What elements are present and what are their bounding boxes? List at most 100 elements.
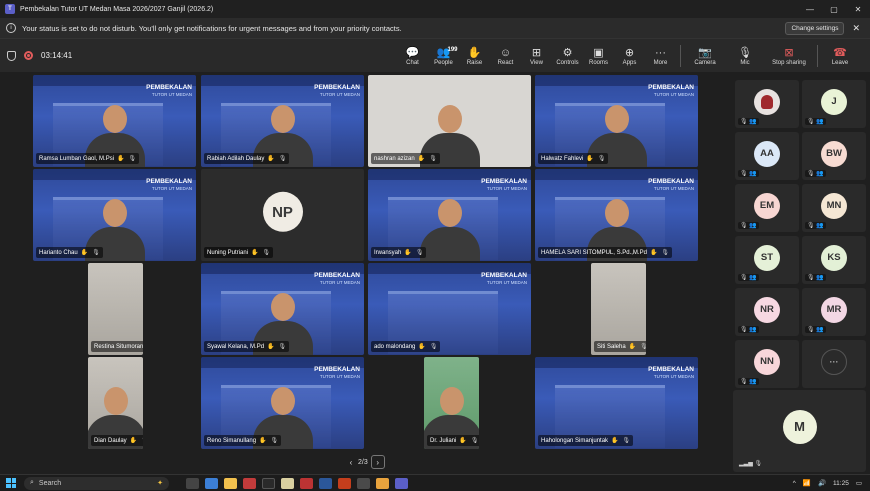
participant-video-tile[interactable]: PEMBEKALAN TUTOR UT MEDAN ado malondang ✋ 🎙 [368, 263, 531, 355]
word-icon[interactable] [319, 477, 332, 489]
participant-name-tag: Syawal Kelana, M.Pd ✋ 🎙 [204, 341, 290, 352]
participant-video-tile[interactable]: Dr. Juliani ✋ 🎙 [424, 357, 479, 449]
chat-icon: 💬 [405, 46, 420, 59]
wifi-icon[interactable]: 📶 [803, 479, 811, 487]
participant-video-tile[interactable]: PEMBEKALAN TUTOR UT MEDAN Ramsa Lumban Gao… [33, 75, 196, 167]
toolbar-button-label: View [530, 59, 543, 66]
change-settings-button[interactable]: Change settings [785, 21, 845, 35]
banner-subtitle: TUTOR UT MEDAN [319, 92, 360, 97]
participant-tile-small[interactable]: ST 🎙 👥 [735, 236, 799, 284]
info-icon: i [6, 23, 16, 33]
minimize-button[interactable]: — [798, 5, 822, 14]
previous-page-button[interactable]: ‹ [344, 455, 358, 469]
tray-overflow-icon[interactable]: ^ [793, 480, 796, 487]
participant-tile-small[interactable]: AA 🎙 👥 [735, 132, 799, 180]
participant-video-tile[interactable]: nashran azizan ✋ 🎙 [368, 75, 531, 167]
participant-name: Dian Daulay [94, 437, 127, 444]
participant-video-tile[interactable]: PEMBEKALAN TUTOR UT MEDAN Halwatz Fahlevi ✋… [535, 75, 698, 167]
taskbar-search[interactable]: ⌕ Search ✦ [24, 476, 169, 490]
banner-title: PEMBEKALAN [314, 84, 360, 91]
apps-icon: ⊕ [624, 46, 635, 59]
participant-tile-small[interactable]: 🎙 👥 [735, 80, 799, 128]
dismiss-notification-icon[interactable]: ✕ [852, 23, 860, 34]
window-title: Pembekalan Tutor UT Medan Masa 2026/2027… [20, 5, 214, 13]
more-icon: ··· [821, 348, 847, 375]
more-participants-tile[interactable]: ··· [802, 340, 866, 388]
participant-tile-small[interactable]: MN 🎙 👥 [802, 184, 866, 232]
toolbar-react-button[interactable]: ☺ React [490, 41, 521, 71]
participant-video-tile[interactable]: PEMBEKALAN TUTOR UT MEDAN HAMELA SARI SITO… [535, 169, 698, 261]
search-icon: ⌕ [30, 479, 34, 486]
event-banner: PEMBEKALAN TUTOR UT MEDAN [146, 84, 192, 98]
participant-avatar [754, 88, 780, 115]
participant-tile-small[interactable]: EM 🎙 👥 [735, 184, 799, 232]
participant-video-tile[interactable]: PEMBEKALAN TUTOR UT MEDAN Haholongan Siman… [535, 357, 698, 449]
participant-tile-small[interactable]: KS 🎙 👥 [802, 236, 866, 284]
toolbar-controls-button[interactable]: ⚙ Controls [552, 41, 583, 71]
opera-icon[interactable] [243, 477, 256, 489]
stop-sharing-button[interactable]: ⊠ Stop sharing [765, 41, 813, 71]
mic-muted-icon: 🎙 👥 [738, 170, 759, 177]
maximize-button[interactable]: ▢ [822, 5, 846, 14]
camera-button[interactable]: 📷 Camera [685, 41, 725, 71]
task-view-icon[interactable] [186, 477, 199, 489]
mic-muted-icon: 🎙 [270, 438, 279, 444]
participant-tile-small[interactable]: NN 🎙 👥 [735, 340, 799, 388]
toolbar-view-button[interactable]: ⊞ View [521, 41, 552, 71]
stop-sharing-label: Stop sharing [772, 59, 806, 66]
participant-video-tile[interactable]: NP Nuning Putriani ✋ 🎙 [201, 169, 364, 261]
file-explorer-icon[interactable] [224, 477, 237, 489]
app-icon[interactable] [262, 477, 275, 489]
leave-button[interactable]: ☎ Leave [822, 46, 858, 66]
participant-video-tile[interactable]: PEMBEKALAN TUTOR UT MEDAN Harianto Chau ✋ 🎙 [33, 169, 196, 261]
participant-name-tag: HAMELA SARI SITOMPUL, S.Pd.,M.Pd ✋ 🎙 [538, 247, 673, 258]
powerpoint-icon[interactable] [338, 477, 351, 489]
toolbar-people-button[interactable]: 👥 199 People [428, 41, 459, 71]
participant-tile-small[interactable]: J 🎙 👥 [802, 80, 866, 128]
rooms-icon: ▣ [593, 46, 604, 59]
pin-icon: ✋ [251, 250, 259, 256]
react-icon: ☺ [499, 46, 512, 59]
participant-avatar: BW [821, 140, 847, 167]
chrome-icon[interactable] [376, 477, 389, 489]
next-page-button[interactable]: › [370, 455, 385, 469]
notification-center-icon[interactable]: ▭ [856, 479, 862, 487]
toolbar-button-label: Apps [622, 59, 637, 66]
participant-video-tile[interactable]: PEMBEKALAN TUTOR UT MEDAN Rabiah Adilah Da… [201, 75, 364, 167]
participant-video-tile[interactable]: PEMBEKALAN TUTOR UT MEDAN Syawal Kelana, M… [201, 263, 364, 355]
participant-video-tile[interactable]: Dian Daulay✋🎙 [88, 357, 143, 449]
toolbar-more-button[interactable]: ··· More [645, 41, 676, 71]
notes-icon[interactable] [281, 477, 294, 489]
pdf-icon[interactable] [300, 477, 313, 489]
edge-icon[interactable] [205, 477, 218, 489]
close-window-button[interactable]: ✕ [846, 5, 870, 14]
participant-name: Haholongan Simanjuntak [541, 437, 609, 444]
settings-icon[interactable] [357, 477, 370, 489]
volume-icon[interactable]: 🔊 [818, 479, 826, 487]
participant-tile-small[interactable]: BW 🎙 👥 [802, 132, 866, 180]
participant-video-tile[interactable]: PEMBEKALAN TUTOR UT MEDAN Reno Simanullang… [201, 357, 364, 449]
toolbar-rooms-button[interactable]: ▣ Rooms [583, 41, 614, 71]
system-tray: ^ 📶 🔊 11:25 ▭ [786, 479, 862, 488]
participant-tile-small[interactable]: MR 🎙 👥 [802, 288, 866, 336]
participant-tile-large[interactable]: M ▂▃▅ 🎙 [733, 390, 866, 472]
camera-off-icon: 📷 [698, 46, 712, 59]
participant-video-tile[interactable]: Siti Saleha ✋ 🎙 [591, 263, 646, 355]
banner-subtitle: TUTOR UT MEDAN [319, 280, 360, 285]
pin-icon: ✋ [417, 156, 426, 162]
toolbar-chat-button[interactable]: 💬 Chat [397, 41, 428, 71]
windows-start-icon[interactable] [6, 478, 16, 488]
participant-name: Reno Simanullang [207, 437, 257, 444]
participant-video-tile[interactable]: PEMBEKALAN TUTOR UT MEDAN Irwansyah ✋ 🎙 [368, 169, 531, 261]
participant-video-tile[interactable]: Restina Situmorang✋🎙 [88, 263, 143, 355]
banner-title: PEMBEKALAN [146, 84, 192, 91]
clock[interactable]: 11:25 [833, 480, 849, 487]
participant-name: nashran azizan [374, 155, 415, 162]
toolbar-raise-button[interactable]: ✋ Raise [459, 41, 490, 71]
participant-tile-small[interactable]: NR 🎙 👥 [735, 288, 799, 336]
mic-button[interactable]: 🎙 Mic [725, 41, 765, 71]
event-banner: PEMBEKALAN TUTOR UT MEDAN [314, 84, 360, 98]
teams-icon[interactable] [395, 477, 408, 489]
toolbar-apps-button[interactable]: ⊕ Apps [614, 41, 645, 71]
participant-name: Siti Saleha [597, 343, 626, 350]
